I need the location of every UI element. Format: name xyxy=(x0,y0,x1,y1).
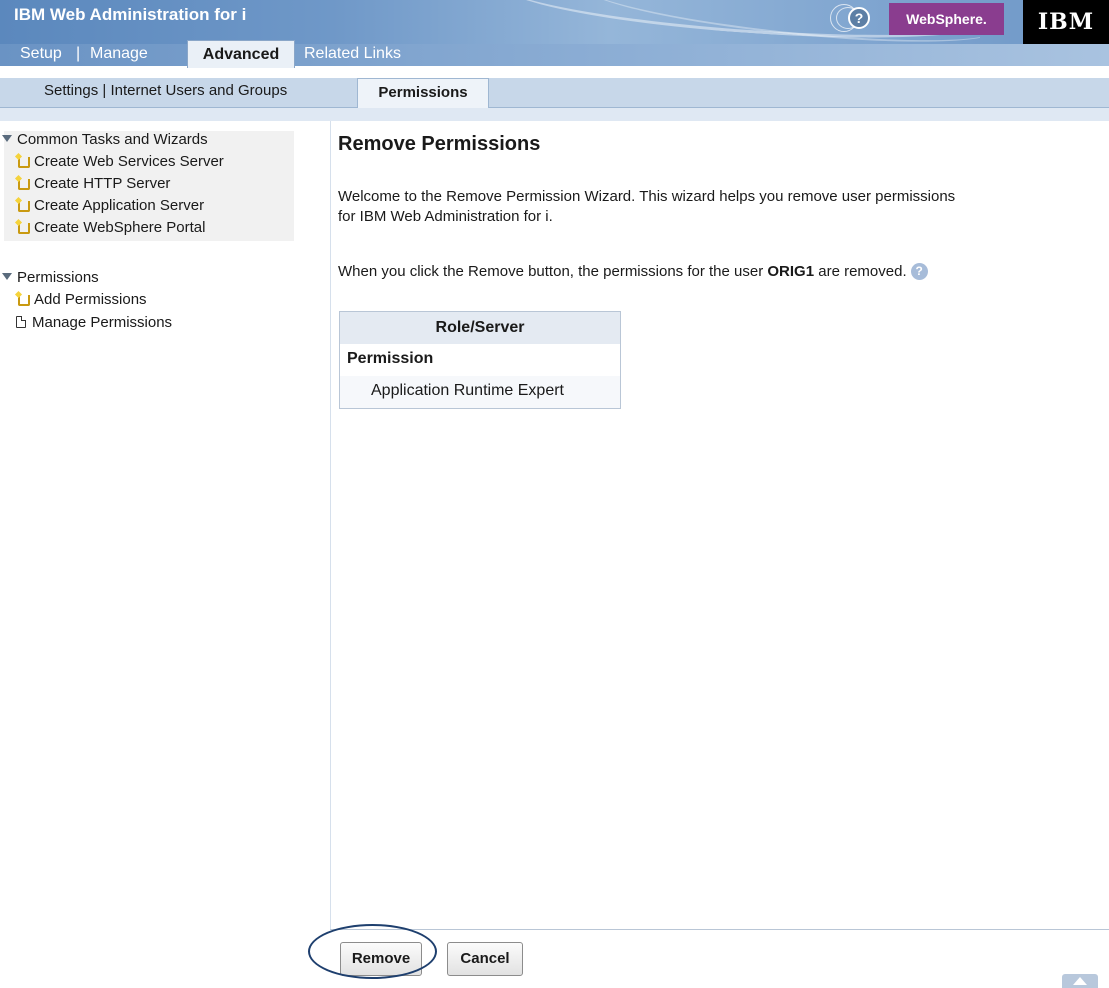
table-row: Application Runtime Expert xyxy=(340,376,620,408)
help-button[interactable]: ? xyxy=(826,4,870,32)
sidebar-item-create-web-services-server[interactable]: Create Web Services Server xyxy=(16,153,224,170)
wizard-icon xyxy=(16,198,30,212)
sidebar: Common Tasks and Wizards Create Web Serv… xyxy=(0,121,330,988)
subnav-internet-users-groups[interactable]: Internet Users and Groups xyxy=(110,82,287,99)
remove-highlight-annotation xyxy=(308,924,437,979)
table-header-role-server: Role/Server xyxy=(340,312,620,344)
help-icon[interactable]: ? xyxy=(910,263,928,280)
sidebar-group-title: Permissions xyxy=(17,269,99,286)
sidebar-group-permissions[interactable]: Permissions xyxy=(2,269,99,286)
collapse-triangle-icon xyxy=(2,135,12,142)
subnav-permissions[interactable]: Permissions xyxy=(357,78,489,108)
permissions-table: Role/Server Permission Application Runti… xyxy=(339,311,621,409)
wizard-icon xyxy=(16,154,30,168)
sidebar-item-create-application-server[interactable]: Create Application Server xyxy=(16,197,204,214)
cancel-button[interactable]: Cancel xyxy=(447,942,523,976)
table-group-permission: Permission xyxy=(340,344,620,376)
app-header: IBM Web Administration for i Setup | Man… xyxy=(0,0,1109,78)
remove-notice: When you click the Remove button, the pe… xyxy=(338,262,1098,282)
user-name: ORIG1 xyxy=(767,263,815,280)
wizard-icon xyxy=(16,292,30,306)
sidebar-item-create-http-server[interactable]: Create HTTP Server xyxy=(16,175,170,192)
sidebar-item-label: Add Permissions xyxy=(34,291,147,308)
nav-related-links[interactable]: Related Links xyxy=(304,41,401,67)
intro-text: Welcome to the Remove Permission Wizard.… xyxy=(338,187,1098,227)
sidebar-item-create-websphere-portal[interactable]: Create WebSphere Portal xyxy=(16,219,205,236)
nav-manage[interactable]: Manage xyxy=(90,41,148,67)
remove-notice-text: When you click the Remove button, the pe… xyxy=(338,263,764,280)
sidebar-item-label: Create WebSphere Portal xyxy=(34,219,206,236)
button-bar: Remove Cancel xyxy=(330,929,1109,988)
collapse-triangle-icon xyxy=(2,273,12,280)
sidebar-group-common-tasks[interactable]: Common Tasks and Wizards xyxy=(2,131,208,148)
sidebar-item-label: Create HTTP Server xyxy=(34,175,171,192)
nav-separator: | xyxy=(76,45,81,62)
remove-notice-suffix: are removed. xyxy=(818,263,907,280)
wizard-icon xyxy=(16,176,30,190)
subnav-settings[interactable]: Settings xyxy=(44,82,98,99)
intro-line-1: Welcome to the Remove Permission Wizard.… xyxy=(338,188,956,205)
page-title: Remove Permissions xyxy=(338,133,541,155)
wizard-icon xyxy=(16,220,30,234)
subnav-divider xyxy=(0,108,1109,121)
header-nav-background xyxy=(0,44,1109,66)
app-title: IBM Web Administration for i xyxy=(14,5,247,24)
sidebar-group-title: Common Tasks and Wizards xyxy=(17,131,208,148)
scroll-to-top-icon[interactable] xyxy=(1062,974,1098,988)
nav-advanced[interactable]: Advanced xyxy=(187,40,295,68)
ibm-logo: IBM xyxy=(1023,0,1109,44)
sidebar-item-manage-permissions[interactable]: Manage Permissions xyxy=(16,314,172,331)
main-content: Remove Permissions Welcome to the Remove… xyxy=(330,121,1109,929)
intro-line-2: for IBM Web Administration for i. xyxy=(338,208,553,225)
websphere-logo: WebSphere. xyxy=(889,3,1004,35)
sidebar-item-add-permissions[interactable]: Add Permissions xyxy=(16,291,147,308)
sub-nav-links: Settings | Internet Users and Groups xyxy=(44,82,287,99)
sidebar-item-label: Create Web Services Server xyxy=(34,153,224,170)
page-icon xyxy=(16,316,26,328)
sidebar-item-label: Manage Permissions xyxy=(32,314,173,331)
nav-setup[interactable]: Setup xyxy=(20,41,62,67)
question-icon: ? xyxy=(848,7,870,29)
sub-nav: Settings | Internet Users and Groups Per… xyxy=(0,78,1109,108)
sidebar-item-label: Create Application Server xyxy=(34,197,205,214)
